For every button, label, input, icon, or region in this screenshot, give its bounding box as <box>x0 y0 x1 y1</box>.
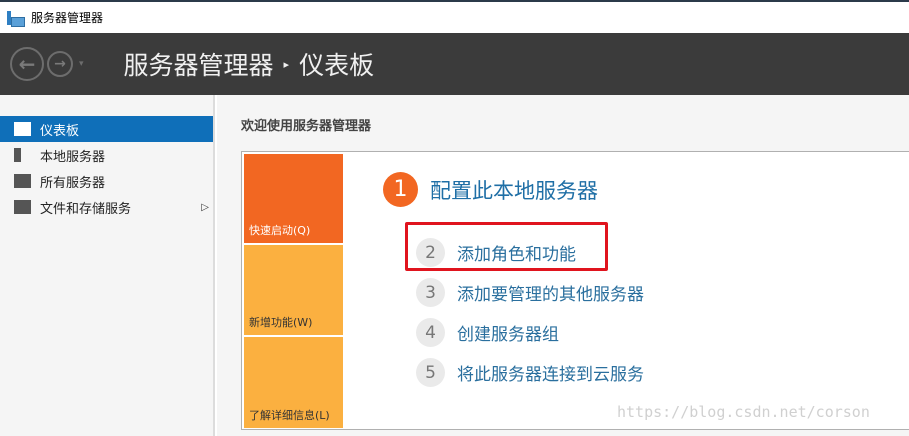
sidebar: 仪表板 本地服务器 所有服务器 文件和存储服务 ▷ <box>0 95 215 436</box>
step-link[interactable]: 配置此本地服务器 <box>430 175 598 205</box>
breadcrumb-root[interactable]: 服务器管理器 <box>124 46 274 82</box>
history-dropdown-icon[interactable]: ▾ <box>79 59 84 69</box>
step-link[interactable]: 添加要管理的其他服务器 <box>457 280 644 305</box>
breadcrumb-current: 仪表板 <box>299 51 375 80</box>
sidebar-item-local-server[interactable]: 本地服务器 <box>0 142 213 168</box>
server-manager-icon <box>7 10 25 27</box>
tile-whats-new[interactable]: 新增功能(W) <box>244 245 343 335</box>
watermark: https://blog.csdn.net/corson <box>617 403 870 421</box>
tile-quick-start[interactable]: 快速启动(Q) <box>244 154 343 243</box>
sidebar-item-file-storage[interactable]: 文件和存储服务 ▷ <box>0 194 213 220</box>
title-bar: 服务器管理器 <box>0 0 909 33</box>
highlight-box <box>405 222 608 271</box>
expand-arrow-icon[interactable]: ▷ <box>201 202 209 213</box>
welcome-panel: 快速启动(Q) 新增功能(W) 了解详细信息(L) 1 配置此本地服务器 2 添加… <box>241 151 909 430</box>
main-content: 欢迎使用服务器管理器 快速启动(Q) 新增功能(W) 了解详细信息(L) 1 配… <box>217 95 909 436</box>
step-configure-local-server[interactable]: 1 配置此本地服务器 <box>383 172 598 207</box>
welcome-heading: 欢迎使用服务器管理器 <box>241 119 372 134</box>
sidebar-item-label: 所有服务器 <box>40 175 106 191</box>
step-link[interactable]: 创建服务器组 <box>457 320 559 345</box>
step-link[interactable]: 将此服务器连接到云服务 <box>457 360 644 385</box>
step-number: 4 <box>416 318 445 347</box>
step-number: 3 <box>416 278 445 307</box>
folder-server-icon <box>14 200 31 214</box>
step-create-group[interactable]: 4 创建服务器组 <box>416 318 559 347</box>
server-icon <box>14 148 21 162</box>
breadcrumb-separator-icon: ▸ <box>283 57 290 71</box>
dashboard-icon <box>14 122 31 136</box>
step-number: 5 <box>416 358 445 387</box>
step-number: 1 <box>383 172 418 207</box>
window-title: 服务器管理器 <box>31 11 104 25</box>
sidebar-item-label: 文件和存储服务 <box>40 201 132 217</box>
sidebar-item-label: 本地服务器 <box>40 149 106 165</box>
step-connect-cloud[interactable]: 5 将此服务器连接到云服务 <box>416 358 644 387</box>
header-bar: ← → ▾ 服务器管理器 ▸ 仪表板 <box>0 33 909 95</box>
tile-learn-more[interactable]: 了解详细信息(L) <box>244 337 343 428</box>
forward-button[interactable]: → <box>47 51 73 77</box>
sidebar-item-dashboard[interactable]: 仪表板 <box>0 116 213 142</box>
step-add-servers[interactable]: 3 添加要管理的其他服务器 <box>416 278 644 307</box>
breadcrumb: 服务器管理器 ▸ 仪表板 <box>124 46 375 82</box>
sidebar-item-all-servers[interactable]: 所有服务器 <box>0 168 213 194</box>
servers-icon <box>14 174 31 188</box>
sidebar-item-label: 仪表板 <box>40 123 80 139</box>
back-button[interactable]: ← <box>10 47 44 81</box>
